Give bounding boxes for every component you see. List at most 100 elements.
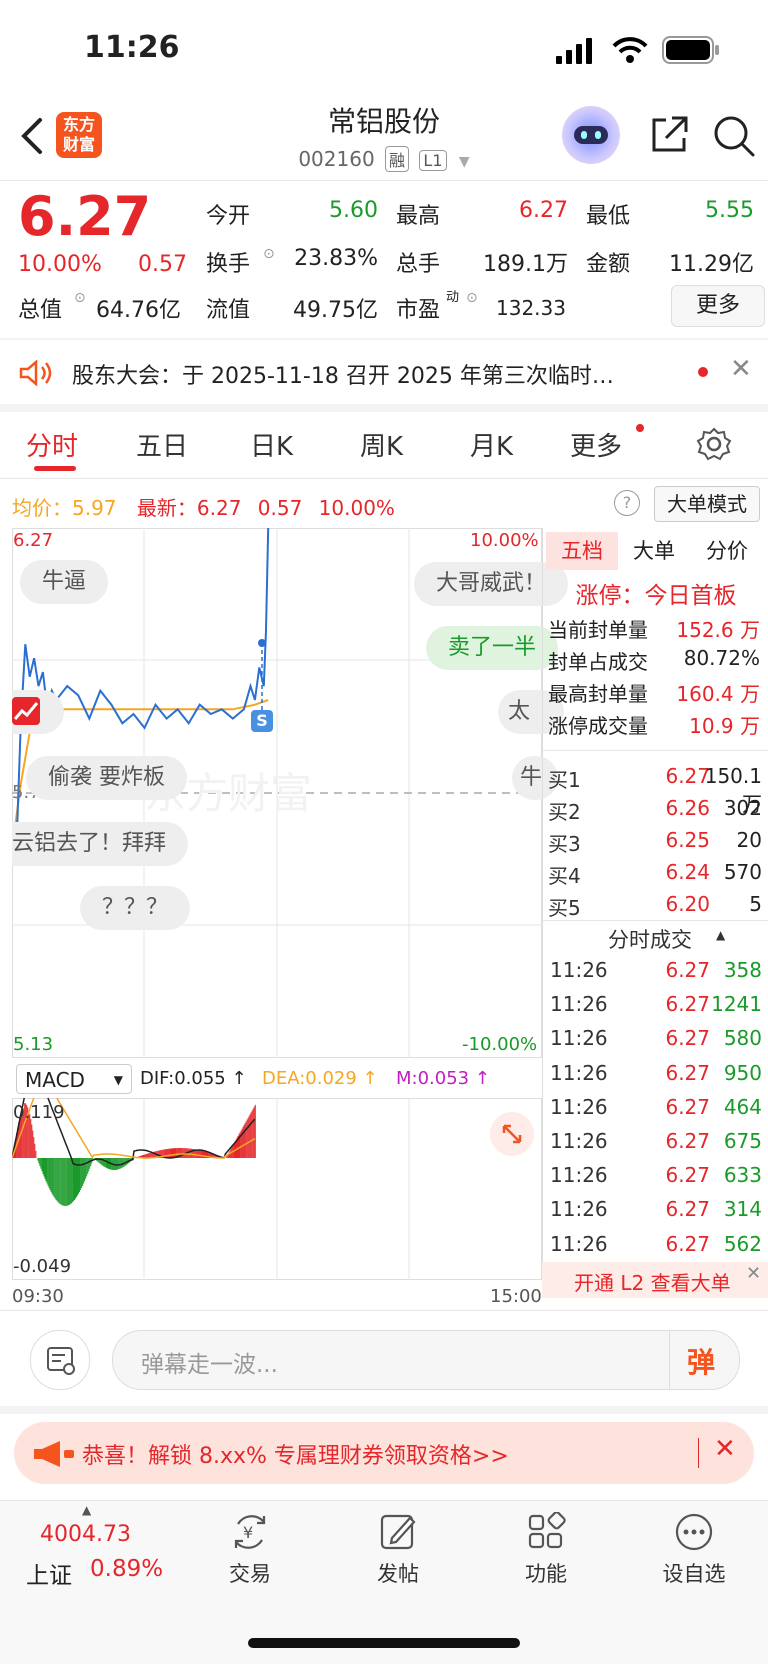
- pe-label: 市盈: [396, 292, 440, 324]
- index-name[interactable]: 上证: [26, 1556, 72, 1590]
- low-label: 最低: [586, 198, 630, 230]
- amount-label: 金额: [586, 246, 630, 278]
- info-icon[interactable]: ⊙: [74, 290, 86, 306]
- trade-price: 6.27: [620, 958, 710, 982]
- grid-functions-icon: [526, 1512, 566, 1552]
- trade-volume: 633: [700, 1163, 762, 1187]
- send-danmu-button[interactable]: 弹: [687, 1341, 715, 1381]
- nav-post[interactable]: 发帖: [338, 1508, 458, 1588]
- trade-price: 6.27: [620, 1163, 710, 1187]
- stat-label: 最高封单量: [548, 678, 648, 707]
- macd-bar: [54, 1158, 55, 1197]
- announcement-bar[interactable]: 股东大会：于 2025-11-18 召开 2025 年第三次临时… ✕: [0, 340, 768, 404]
- info-icon[interactable]: ⊙: [466, 290, 478, 306]
- tab-intraday[interactable]: 分时: [26, 426, 78, 463]
- macd-bar: [167, 1149, 168, 1158]
- promo-banner[interactable]: 恭喜！解锁 8.xx% 专属理财券领取资格>> ✕: [14, 1422, 754, 1484]
- tab-monthly-k[interactable]: 月K: [470, 426, 513, 463]
- trade-time: 11:26: [550, 1163, 608, 1187]
- macd-bar: [57, 1158, 58, 1201]
- nav-add-watchlist[interactable]: 设自选: [634, 1508, 754, 1588]
- trade-time: 11:26: [550, 1197, 608, 1221]
- help-icon[interactable]: ?: [614, 490, 640, 516]
- tab-price-distribution[interactable]: 分价: [696, 532, 758, 570]
- settings-gear-icon[interactable]: [696, 426, 732, 462]
- wifi-icon: [612, 36, 648, 64]
- pe-value: 132.33: [496, 296, 566, 320]
- search-icon[interactable]: [712, 114, 756, 158]
- announcement-text: 股东大会：于 2025-11-18 召开 2025 年第三次临时…: [72, 358, 682, 390]
- bid-price: 6.20: [630, 892, 710, 916]
- close-icon[interactable]: ✕: [746, 1263, 761, 1284]
- close-icon[interactable]: ✕: [730, 354, 752, 384]
- macd-bar: [246, 1121, 247, 1158]
- macd-bar: [199, 1150, 200, 1158]
- indicator-select[interactable]: MACD ▼: [16, 1064, 132, 1094]
- danmu-input[interactable]: 弹幕走一波... 弹: [112, 1330, 740, 1390]
- macd-bar: [183, 1148, 184, 1158]
- ai-assistant-avatar[interactable]: [562, 106, 620, 164]
- macd-bar: [118, 1158, 119, 1169]
- more-button[interactable]: 更多: [671, 285, 765, 327]
- tab-daily-k[interactable]: 日K: [250, 426, 293, 463]
- tab-weekly-k[interactable]: 周K: [360, 426, 403, 463]
- float-value: 49.75亿: [280, 292, 378, 324]
- macd-bar: [71, 1158, 72, 1203]
- battery-icon: [662, 36, 720, 64]
- tab-more[interactable]: 更多: [570, 426, 622, 463]
- trade-time: 11:26: [550, 1061, 608, 1085]
- macd-bar: [60, 1158, 61, 1204]
- nav-trade[interactable]: ¥ 交易: [190, 1508, 310, 1588]
- macd-bar: [76, 1158, 77, 1197]
- l2-banner[interactable]: 开通 L2 查看大单 ✕: [542, 1262, 768, 1298]
- share-icon[interactable]: [648, 114, 690, 156]
- signal-marker[interactable]: S: [251, 710, 273, 732]
- tab-big-orders[interactable]: 大单: [626, 532, 682, 570]
- high-label: 最高: [396, 198, 440, 230]
- trade-volume: 1241: [700, 992, 762, 1016]
- macd-bar: [252, 1110, 253, 1158]
- close-icon[interactable]: ✕: [714, 1434, 736, 1464]
- index-pct: 0.89%: [90, 1556, 163, 1582]
- macd-bar: [52, 1158, 53, 1194]
- macd-bar: [77, 1158, 78, 1196]
- info-icon[interactable]: ⊙: [263, 246, 275, 262]
- tab-five-day[interactable]: 五日: [136, 426, 188, 463]
- big-order-mode-button[interactable]: 大单模式: [654, 486, 760, 522]
- macd-chart-svg[interactable]: [12, 1098, 542, 1280]
- amount-value: 11.29亿: [654, 246, 754, 278]
- macd-bar: [69, 1158, 70, 1205]
- index-value[interactable]: 4004.73: [40, 1522, 131, 1547]
- expand-button[interactable]: [490, 1112, 534, 1156]
- macd-bar: [78, 1158, 79, 1194]
- danmu-bubble: 偷袭 要炸板: [26, 756, 187, 800]
- macd-bar: [79, 1158, 80, 1192]
- macd-bar: [190, 1149, 191, 1158]
- edit-post-icon: [378, 1512, 418, 1552]
- stat-label: 当前封单量: [548, 614, 648, 643]
- trade-volume: 675: [700, 1129, 762, 1153]
- unread-dot: [698, 367, 708, 377]
- nav-functions-label: 功能: [486, 1558, 606, 1588]
- trade-volume: 314: [700, 1197, 762, 1221]
- macd-bar: [40, 1158, 41, 1169]
- trade-volume: 562: [700, 1232, 762, 1256]
- nav-functions[interactable]: 功能: [486, 1508, 606, 1588]
- macd-bar: [44, 1158, 45, 1176]
- macd-bar: [90, 1158, 91, 1166]
- macd-bar: [31, 1125, 32, 1159]
- danmu-settings-button[interactable]: [30, 1330, 90, 1390]
- open-label: 今开: [206, 198, 250, 230]
- bid-level-label: 买2: [548, 796, 581, 825]
- bid-level-label: 买4: [548, 860, 581, 889]
- y-bottom-label: 5.13: [13, 1034, 53, 1055]
- macd-bar: [124, 1158, 125, 1167]
- macd-bar: [64, 1158, 65, 1206]
- latest-value: 6.27: [197, 496, 242, 520]
- macd-bar: [121, 1158, 122, 1168]
- tab-five-levels[interactable]: 五档: [546, 532, 618, 570]
- dea-value: DEA:0.029 ↑: [262, 1068, 378, 1089]
- trade-volume: 580: [700, 1026, 762, 1050]
- macd-bar: [201, 1151, 202, 1158]
- trades-header[interactable]: 分时成交: [608, 924, 692, 954]
